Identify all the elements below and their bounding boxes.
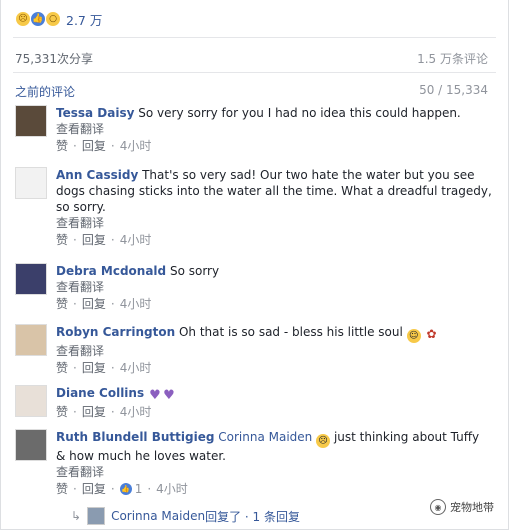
reaction-summary[interactable]: ☹ 👍 ○ 2.7 万: [15, 9, 102, 29]
reply-summary[interactable]: ↳ Corinna Maiden 回复了 · 1 条回复: [71, 507, 300, 525]
watermark-text: 宠物地带: [450, 501, 494, 514]
comment-text: So very sorry for you I had no idea this…: [138, 106, 461, 120]
avatar[interactable]: [15, 263, 47, 295]
share-count[interactable]: 75,331次分享: [15, 50, 93, 67]
crying-emoji-icon: ☹: [316, 434, 331, 448]
previous-comments-link[interactable]: 之前的评论: [15, 83, 75, 100]
divider: [13, 37, 496, 38]
like-count[interactable]: 1: [135, 481, 143, 497]
reply-author[interactable]: Corinna Maiden: [111, 509, 205, 523]
see-translation-link[interactable]: 查看翻译: [56, 279, 492, 295]
watermark: ◉ 宠物地带: [430, 499, 494, 515]
reaction-count[interactable]: 2.7 万: [66, 10, 102, 29]
reply-button[interactable]: 回复: [82, 360, 106, 376]
avatar[interactable]: [15, 167, 47, 199]
purple-heart-icon: ♥: [163, 388, 175, 403]
reply-button[interactable]: 回复: [82, 138, 106, 154]
comment-author[interactable]: Ann Cassidy: [56, 168, 138, 182]
avatar[interactable]: [15, 429, 47, 461]
comment-time[interactable]: 4小时: [120, 360, 152, 376]
like-button[interactable]: 赞: [56, 481, 68, 497]
sad-reaction-icon: ☹: [15, 11, 31, 27]
like-button[interactable]: 赞: [56, 296, 68, 312]
see-translation-link[interactable]: 查看翻译: [56, 215, 492, 231]
avatar: [87, 507, 106, 525]
reply-button[interactable]: 回复: [82, 481, 106, 497]
comment-time[interactable]: 4小时: [120, 296, 152, 312]
see-translation-link[interactable]: 查看翻译: [56, 464, 492, 480]
comments-pager: 50 / 15,334: [419, 83, 488, 97]
wechat-icon: ◉: [430, 499, 446, 515]
post-comments-panel: ☹ 👍 ○ 2.7 万 75,331次分享 1.5 万条评论 之前的评论 50 …: [0, 0, 509, 530]
comment-author[interactable]: Robyn Carrington: [56, 325, 175, 339]
reply-button[interactable]: 回复: [82, 404, 106, 420]
comment-time[interactable]: 4小时: [120, 232, 152, 248]
see-translation-link[interactable]: 查看翻译: [56, 121, 492, 137]
comment-count[interactable]: 1.5 万条评论: [417, 50, 488, 67]
comment-text: Oh that is so sad - bless his little sou…: [178, 325, 403, 339]
purple-heart-icon: ♥: [149, 388, 161, 403]
divider: [13, 72, 496, 73]
comment-author[interactable]: Tessa Daisy: [56, 106, 134, 120]
angel-emoji-icon: ☺: [406, 329, 421, 343]
see-translation-link[interactable]: 查看翻译: [56, 343, 492, 359]
comment-time[interactable]: 4小时: [156, 481, 188, 497]
mention-link[interactable]: Corinna Maiden: [218, 430, 312, 444]
reply-button[interactable]: 回复: [82, 296, 106, 312]
like-button[interactable]: 赞: [56, 138, 68, 154]
avatar[interactable]: [15, 105, 47, 137]
like-count-icon: 👍: [119, 483, 132, 495]
like-reaction-icon: 👍: [30, 11, 46, 27]
comment-author[interactable]: Debra Mcdonald: [56, 264, 166, 278]
comment-author[interactable]: Ruth Blundell Buttigieg: [56, 430, 214, 444]
reply-count-text[interactable]: 回复了 · 1 条回复: [205, 508, 300, 525]
avatar[interactable]: [15, 385, 47, 417]
rose-emoji-icon: ✿: [426, 327, 437, 341]
comment-time[interactable]: 4小时: [120, 404, 152, 420]
avatar[interactable]: [15, 324, 47, 356]
comment-author[interactable]: Diane Collins: [56, 386, 144, 400]
comment-time[interactable]: 4小时: [120, 138, 152, 154]
reply-arrow-icon: ↳: [71, 509, 82, 523]
like-button[interactable]: 赞: [56, 404, 68, 420]
wow-reaction-icon: ○: [45, 11, 61, 27]
like-button[interactable]: 赞: [56, 232, 68, 248]
reply-button[interactable]: 回复: [82, 232, 106, 248]
comment-text: So sorry: [169, 264, 220, 278]
like-button[interactable]: 赞: [56, 360, 68, 376]
